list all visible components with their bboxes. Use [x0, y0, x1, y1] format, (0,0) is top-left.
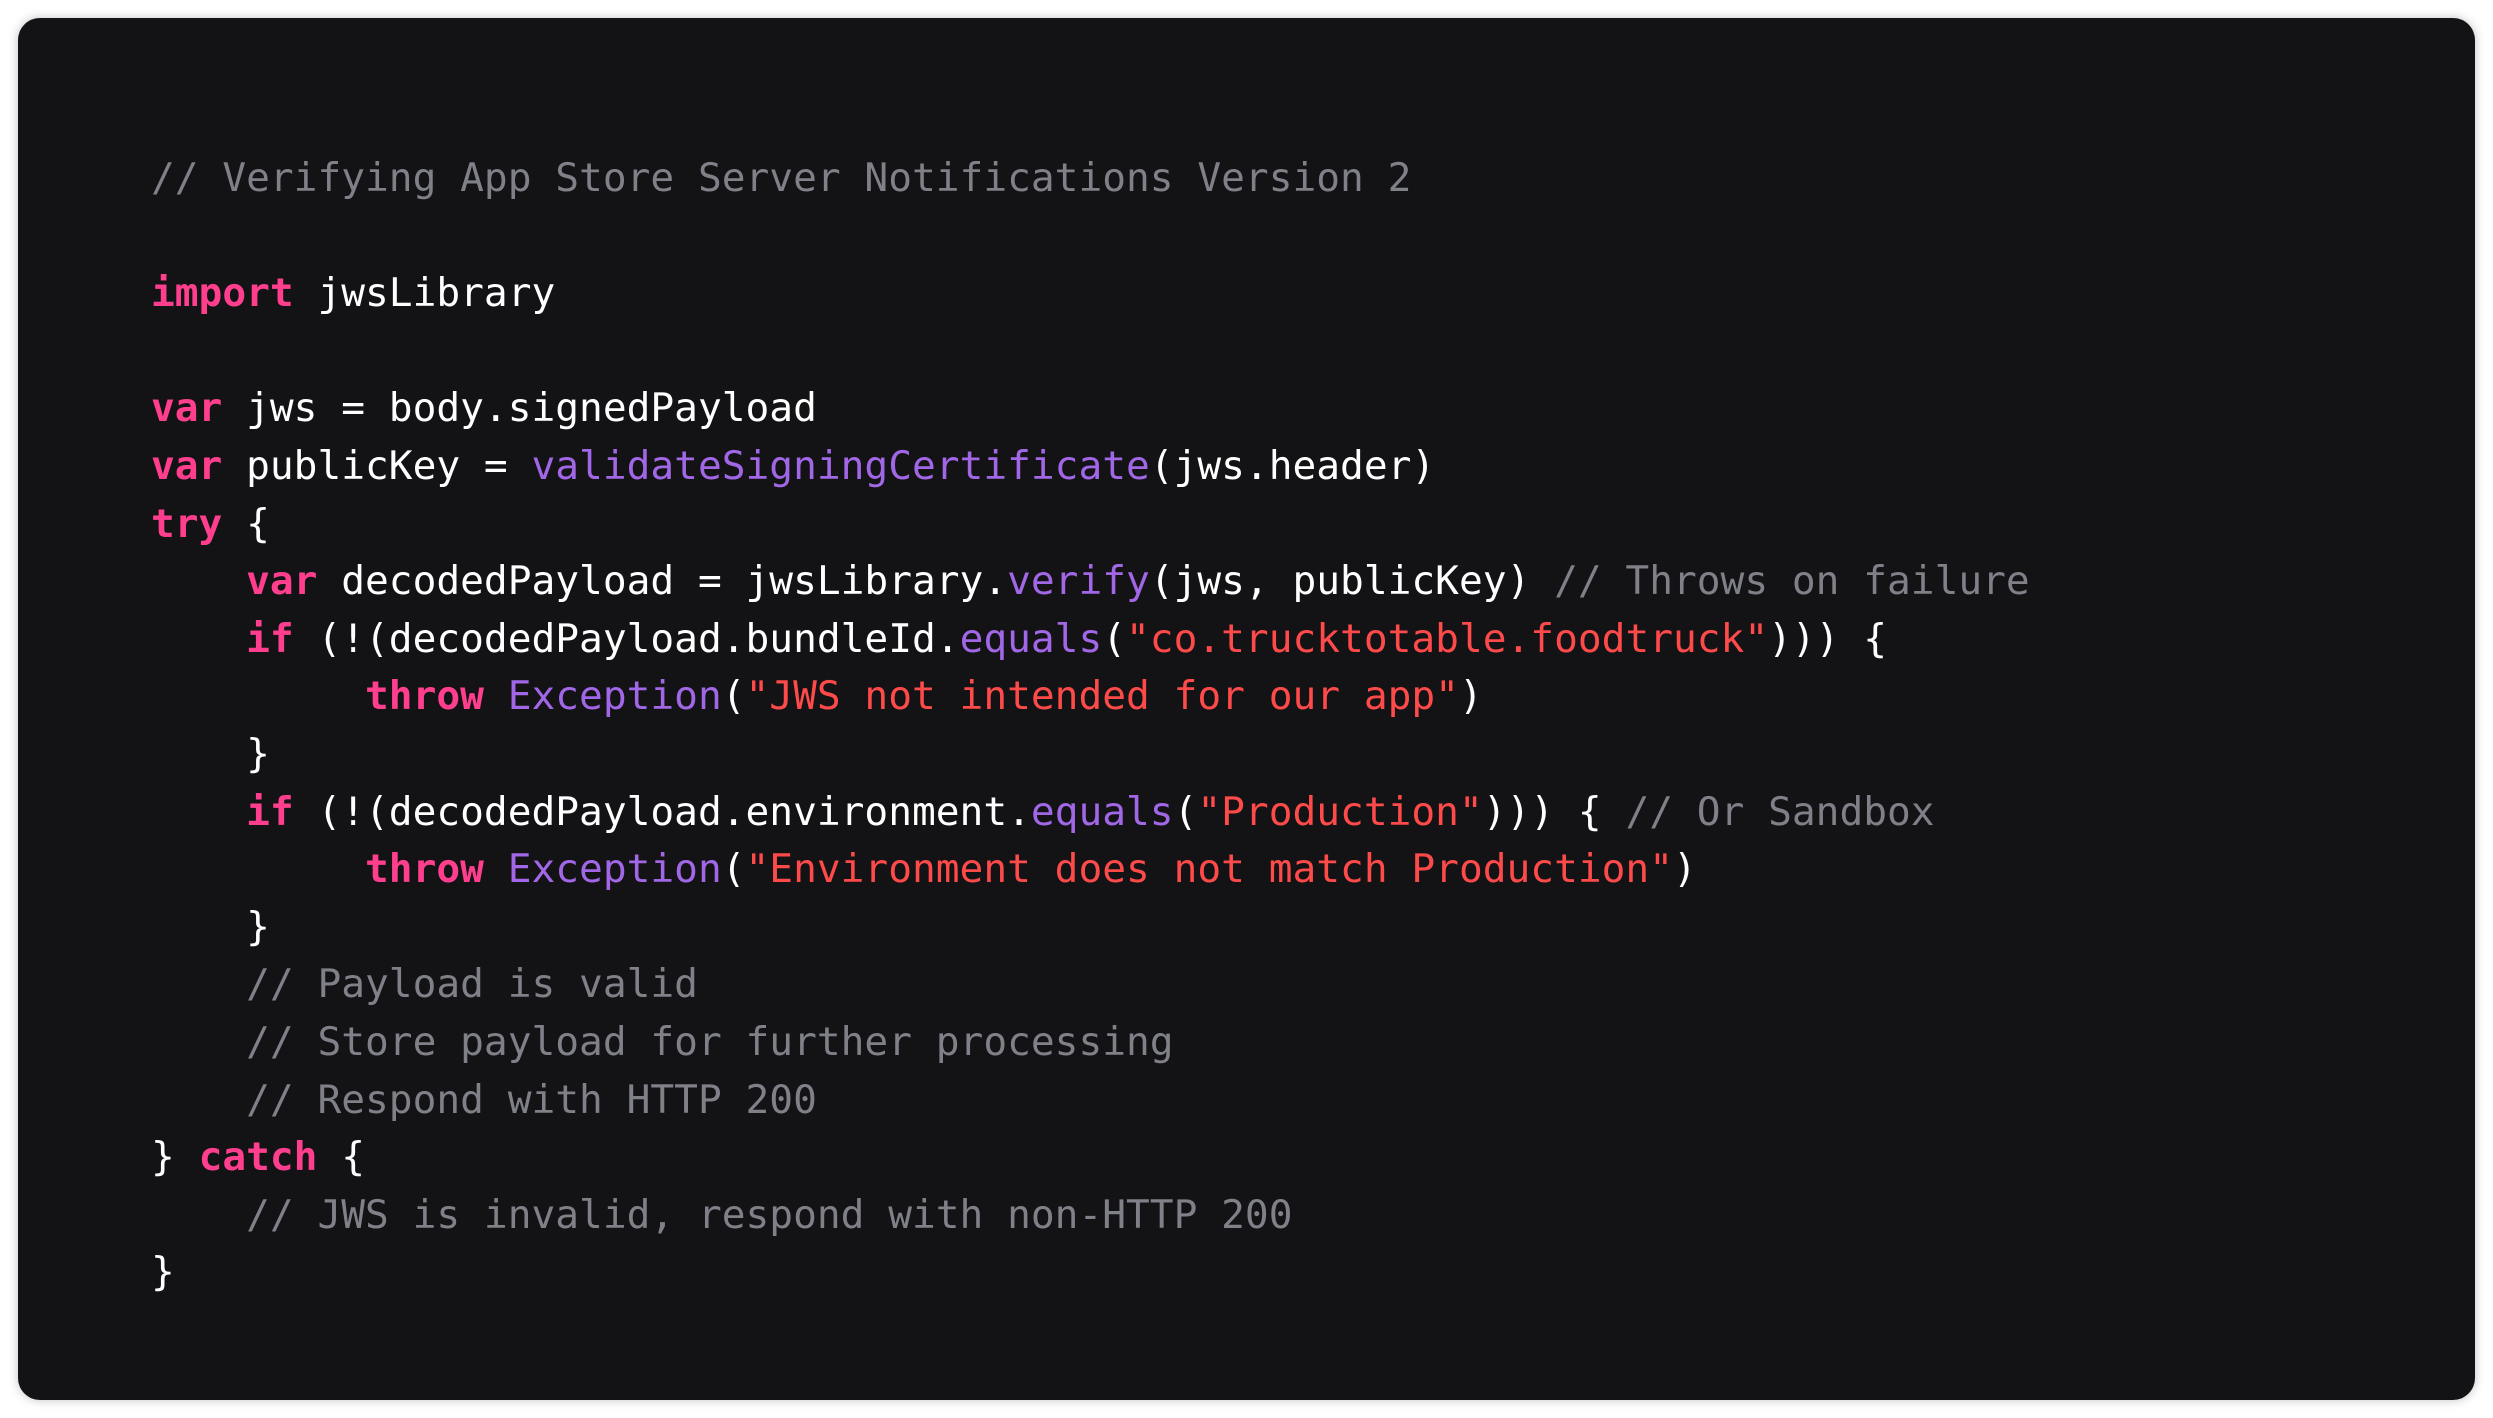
- code-line: }: [151, 1244, 2030, 1302]
- code-text: }: [151, 1249, 175, 1296]
- code-text: ): [1458, 673, 1483, 720]
- code-text: (jws, publicKey): [1149, 558, 1555, 605]
- code-line: } catch {: [151, 1129, 2030, 1187]
- code-text: }: [151, 730, 270, 777]
- code-keyword: var: [151, 442, 223, 489]
- code-line: var publicKey = validateSigningCertifica…: [151, 438, 2030, 496]
- code-keyword: throw: [365, 673, 484, 720]
- code-string: "JWS not intended for our app": [745, 673, 1459, 720]
- code-text: publicKey =: [222, 442, 532, 489]
- code-line: try {: [151, 496, 2030, 554]
- code-text: (: [1102, 615, 1127, 662]
- code-comment: // Verifying App Store Server Notificati…: [151, 155, 1412, 201]
- code-comment: // Store payload for further processing: [246, 1018, 1174, 1065]
- code-function: validateSigningCertificate: [531, 442, 1150, 489]
- code-line: var decodedPayload = jwsLibrary.verify(j…: [151, 553, 2030, 611]
- code-slide: // Verifying App Store Server Notificati…: [18, 18, 2475, 1400]
- code-keyword: var: [151, 385, 223, 432]
- code-text: ))) {: [1482, 788, 1626, 835]
- code-text: }: [151, 1134, 199, 1181]
- code-text: (: [721, 673, 746, 720]
- code-text: (!(decodedPayload.bundleId.: [293, 615, 960, 662]
- code-function: Exception: [507, 846, 722, 893]
- code-keyword: var: [246, 558, 318, 605]
- code-text: (!(decodedPayload.environment.: [293, 788, 1031, 835]
- code-function: verify: [1007, 558, 1150, 605]
- code-comment: // Or Sandbox: [1625, 788, 1935, 835]
- code-text: ))) {: [1768, 615, 1888, 662]
- code-line: import jwsLibrary: [151, 265, 2030, 323]
- code-line: // JWS is invalid, respond with non-HTTP…: [151, 1187, 2030, 1245]
- code-line: // Verifying App Store Server Notificati…: [151, 150, 2030, 208]
- code-string: "co.trucktotable.foodtruck": [1126, 615, 1769, 662]
- code-text: ): [1673, 846, 1697, 893]
- code-function: equals: [1030, 788, 1174, 835]
- code-text: jwsLibrary: [293, 270, 556, 317]
- code-line: // Payload is valid: [151, 956, 2030, 1014]
- code-text: (: [721, 846, 746, 893]
- code-function: equals: [959, 615, 1103, 662]
- code-string: "Environment does not match Production": [745, 846, 1673, 893]
- code-function: Exception: [507, 673, 722, 720]
- code-line: if (!(decodedPayload.bundleId.equals("co…: [151, 611, 2030, 669]
- code-text: (: [1173, 788, 1198, 835]
- code-line: }: [151, 899, 2030, 957]
- code-string: "Production": [1197, 788, 1483, 835]
- code-keyword: import: [151, 270, 294, 317]
- code-line: // Store payload for further processing: [151, 1014, 2030, 1072]
- code-comment: // JWS is invalid, respond with non-HTTP…: [246, 1191, 1293, 1238]
- code-text: {: [317, 1134, 366, 1181]
- code-keyword: if: [246, 615, 294, 662]
- code-keyword: catch: [198, 1134, 318, 1181]
- code-line: // Respond with HTTP 200: [151, 1072, 2030, 1130]
- code-comment: // Respond with HTTP 200: [246, 1076, 817, 1123]
- code-text: jws = body.signedPayload: [222, 385, 817, 432]
- code-text: (jws.header): [1149, 442, 1436, 489]
- code-keyword: throw: [365, 846, 484, 893]
- code-keyword: try: [151, 500, 223, 547]
- code-line: throw Exception("JWS not intended for ou…: [151, 668, 2030, 726]
- code-text: }: [151, 903, 270, 950]
- code-line: if (!(decodedPayload.environment.equals(…: [151, 784, 2030, 842]
- code-text: decodedPayload = jwsLibrary.: [317, 558, 1008, 605]
- code-block: // Verifying App Store Server Notificati…: [151, 150, 2030, 1302]
- code-line: var jws = body.signedPayload: [151, 380, 2030, 438]
- code-comment: // Throws on failure: [1554, 558, 2030, 605]
- code-text: {: [222, 500, 270, 547]
- code-keyword: if: [246, 788, 294, 835]
- code-line: }: [151, 726, 2030, 784]
- code-line: throw Exception("Environment does not ma…: [151, 841, 2030, 899]
- code-comment: // Payload is valid: [246, 961, 698, 1008]
